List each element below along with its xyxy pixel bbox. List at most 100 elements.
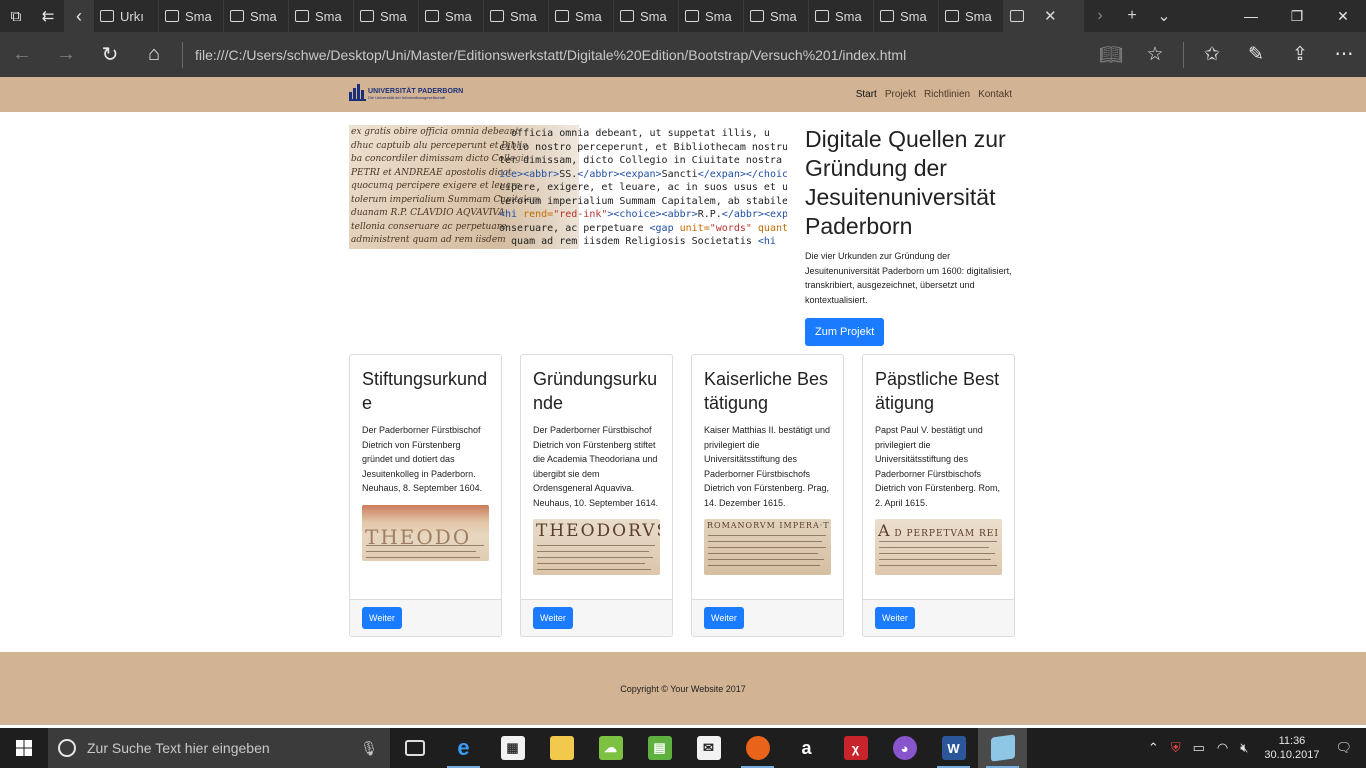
cortana-icon [58, 739, 76, 757]
tab-label: Sma [835, 8, 862, 24]
volume-muted-icon[interactable]: 🔇︎ [1240, 740, 1248, 756]
battery-icon[interactable]: ▭ [1193, 740, 1205, 756]
tab-label: Sma [185, 8, 212, 24]
taskbar-search[interactable]: Zur Suche Text hier eingeben 🎙︎ [48, 728, 390, 768]
weiter-button[interactable]: Weiter [875, 607, 915, 629]
tab-preview-chevron-icon[interactable]: ⌄ [1148, 6, 1180, 26]
share-icon[interactable]: ⇪ [1278, 43, 1322, 66]
card-text: Der Paderborner Fürstbischof Dietrich vo… [533, 425, 659, 508]
browser-tab[interactable]: Sma [354, 0, 419, 32]
nav-link-start[interactable]: Start [856, 89, 877, 100]
store-bag-icon: ▦ [500, 736, 525, 760]
taskbar-github[interactable]: ◕ [880, 728, 929, 768]
notes-app-icon: ▤ [647, 736, 672, 760]
new-tab-icon[interactable]: + [1116, 7, 1148, 25]
tab-favicon-icon [880, 10, 894, 22]
browser-tab[interactable]: Sma [614, 0, 679, 32]
search-placeholder: Zur Suche Text hier eingeben [87, 740, 270, 756]
active-browser-tab[interactable]: ✕ [1004, 0, 1084, 32]
home-icon[interactable]: ⌂ [132, 32, 176, 77]
zum-projekt-button[interactable]: Zum Projekt [805, 318, 885, 346]
microphone-icon[interactable]: 🎙︎ [360, 740, 378, 757]
browser-tab[interactable]: Sma [809, 0, 874, 32]
site-footer: Copyright © Your Website 2017 [0, 652, 1366, 725]
taskbar-explorer[interactable] [537, 728, 586, 768]
refresh-icon[interactable]: ↻ [88, 32, 132, 77]
taskbar-cloud-app[interactable]: ☁ [586, 728, 635, 768]
taskbar-store[interactable]: ▦ [488, 728, 537, 768]
browser-tab[interactable]: Urkı [94, 0, 159, 32]
clock-date: 30.10.2017 [1264, 749, 1320, 761]
favorite-star-icon[interactable]: ☆ [1133, 43, 1177, 66]
taskbar-mail[interactable]: ✉ [684, 728, 733, 768]
card-body: Kaiserliche Bestätigung Kaiser Matthias … [692, 355, 843, 599]
security-shield-icon[interactable]: ⛨ [1171, 740, 1181, 756]
tab-label: Sma [705, 8, 732, 24]
window-controls: — ❐ ✕ [1228, 0, 1366, 32]
weiter-button[interactable]: Weiter [533, 607, 573, 629]
nav-link-richtlinien[interactable]: Richtlinien [924, 89, 970, 100]
scroll-tabs-right-icon[interactable]: › [1084, 7, 1116, 25]
url-field[interactable]: file:///C:/Users/schwe/Desktop/Uni/Maste… [195, 47, 1089, 63]
browser-tab[interactable]: Sma [939, 0, 1004, 32]
address-separator [182, 41, 183, 68]
forward-arrow-icon[interactable]: → [44, 32, 88, 77]
card-stiftungsurkunde: Stiftungsurkunde Der Paderborner Fürstbi… [349, 354, 502, 637]
taskbar-word[interactable]: W [929, 728, 978, 768]
close-window-icon[interactable]: ✕ [1320, 0, 1366, 32]
address-bar: ← → ↻ ⌂ file:///C:/Users/schwe/Desktop/U… [0, 32, 1366, 77]
taskbar-notes-app[interactable]: ▤ [635, 728, 684, 768]
restore-icon[interactable]: ❐ [1274, 0, 1320, 32]
card-body: Päpstliche Bestätigung Papst Paul V. bes… [863, 355, 1014, 599]
show-hidden-icons-icon[interactable]: ⌃ [1148, 740, 1159, 756]
nav-link-kontakt[interactable]: Kontakt [978, 89, 1012, 100]
nav-link-projekt[interactable]: Projekt [885, 89, 916, 100]
weiter-button[interactable]: Weiter [704, 607, 744, 629]
weiter-button[interactable]: Weiter [362, 607, 402, 629]
taskbar-firefox[interactable] [733, 728, 782, 768]
wifi-icon[interactable]: ◠ [1217, 740, 1228, 756]
browser-tab[interactable]: Sma [419, 0, 484, 32]
set-aside-tabs-icon[interactable]: ⇇ [32, 0, 64, 32]
start-button[interactable] [0, 728, 48, 768]
card-body: Stiftungsurkunde Der Paderborner Fürstbi… [350, 355, 501, 599]
site-navbar: UNIVERSITÄT PADERBORN Die Universität de… [0, 77, 1366, 112]
taskbar-notepad[interactable] [978, 728, 1027, 768]
tab-favicon-icon [100, 10, 114, 22]
browser-tab[interactable]: Sma [549, 0, 614, 32]
tab-favicon-icon [360, 10, 374, 22]
browser-tab[interactable]: Sma [289, 0, 354, 32]
card-footer: Weiter [692, 599, 843, 636]
card-text: Papst Paul V. bestätigt und privilegiert… [875, 425, 1001, 508]
clock[interactable]: 11:36 30.10.2017 [1264, 734, 1319, 762]
reading-view-icon[interactable]: 📖︎ [1089, 43, 1133, 67]
action-center-icon[interactable]: 🗨︎ [1335, 740, 1352, 756]
close-tab-icon[interactable]: ✕ [1044, 7, 1057, 25]
word-icon: W [941, 736, 966, 760]
browser-tab[interactable]: Sma [224, 0, 289, 32]
cloud-app-icon: ☁ [598, 736, 623, 760]
taskbar-mathtype[interactable]: χ [831, 728, 880, 768]
taskbar-amazon[interactable]: a [782, 728, 831, 768]
notepad-icon [990, 734, 1015, 762]
browser-tab[interactable]: Sma [484, 0, 549, 32]
taskbar-edge[interactable]: e [439, 728, 488, 768]
github-cat-icon: ◕ [892, 736, 917, 760]
browser-tab[interactable]: Sma [159, 0, 224, 32]
minimize-icon[interactable]: — [1228, 0, 1274, 32]
back-arrow-icon[interactable]: ← [0, 32, 44, 77]
card-manuscript-image: THEODORVS DEI ET [533, 519, 660, 575]
clock-time: 11:36 [1278, 735, 1306, 747]
browser-tab[interactable]: Sma [744, 0, 809, 32]
tab-overview-icon[interactable]: ⧉ [0, 0, 32, 32]
tab-label: Sma [380, 8, 407, 24]
more-menu-icon[interactable]: ⋯ [1322, 43, 1366, 66]
favorites-hub-icon[interactable]: ✩ [1190, 43, 1234, 66]
scroll-tabs-left-icon[interactable]: ‹ [64, 0, 94, 32]
browser-tab[interactable]: Sma [874, 0, 939, 32]
university-logo[interactable]: UNIVERSITÄT PADERBORN Die Universität de… [349, 82, 463, 101]
task-view-button[interactable] [390, 728, 439, 768]
web-note-pen-icon[interactable]: ✎ [1234, 43, 1278, 66]
browser-tab[interactable]: Sma [679, 0, 744, 32]
amazon-icon: a [801, 737, 812, 758]
